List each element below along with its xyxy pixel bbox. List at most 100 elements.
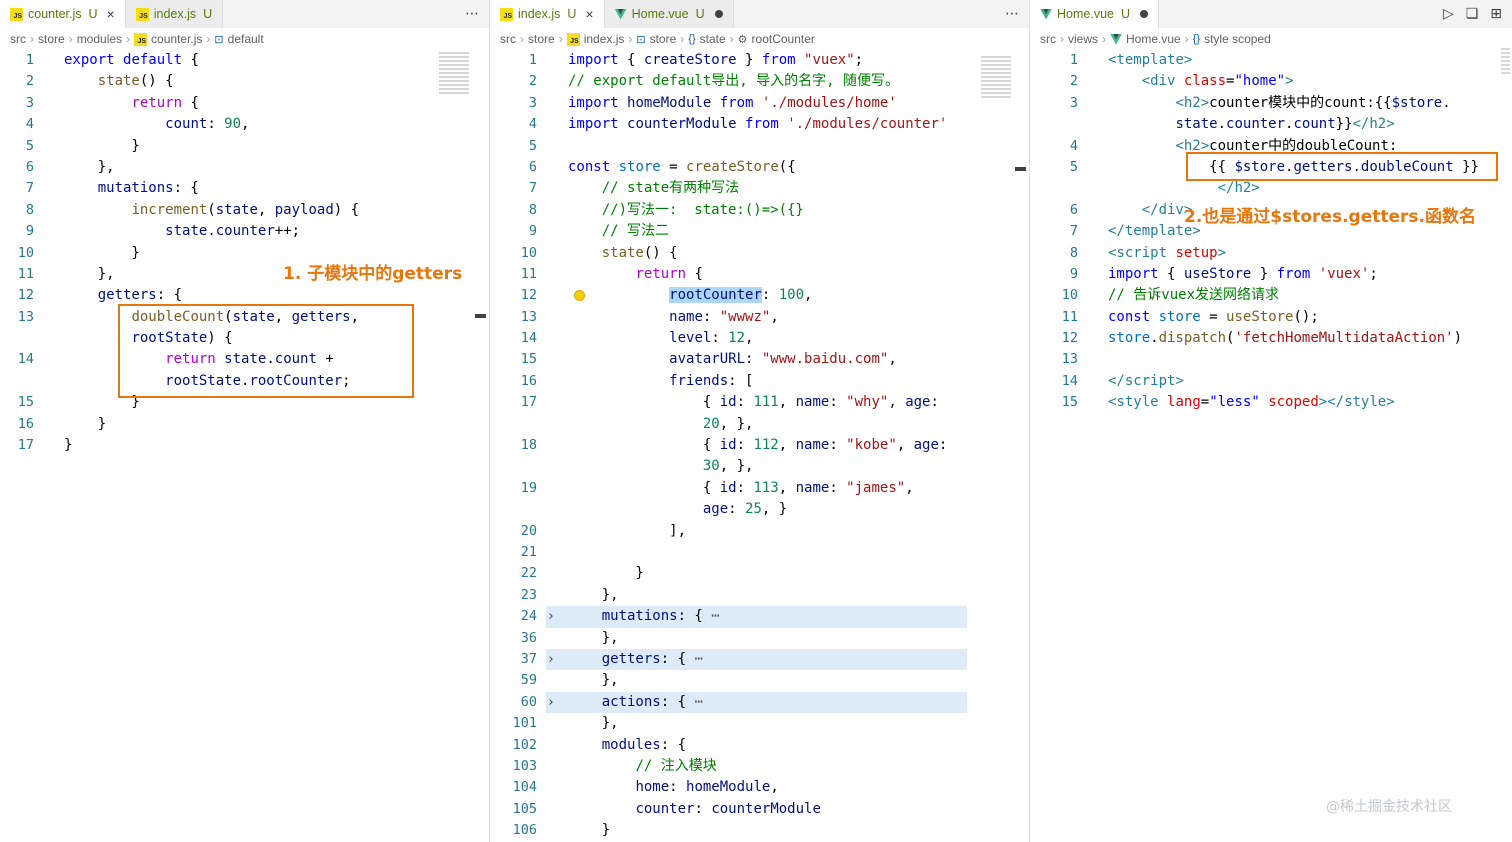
line-number[interactable]: 17 [0, 435, 34, 456]
breadcrumb-item[interactable]: src [1040, 32, 1056, 46]
fold-chevron-icon[interactable]: › [547, 649, 555, 670]
line-number[interactable]: 3 [490, 93, 537, 114]
minimap[interactable] [439, 52, 469, 96]
code-line[interactable]: </h2> [1030, 178, 1512, 199]
code-line[interactable]: 9 import { useStore } from 'vuex'; [1030, 264, 1512, 285]
tab-index-js[interactable]: JS index.js U × [490, 0, 605, 28]
close-icon[interactable]: × [585, 7, 593, 21]
code-line[interactable]: 4 import counterModule from './modules/co… [490, 114, 1029, 135]
code-line[interactable]: 6 }, [0, 157, 489, 178]
line-number[interactable]: 23 [490, 585, 537, 606]
code-line[interactable]: 104 home: homeModule, [490, 777, 1029, 798]
line-number[interactable]: 37 [490, 649, 537, 670]
line-number[interactable]: 16 [490, 371, 537, 392]
line-number[interactable]: 2 [490, 71, 537, 92]
line-number[interactable]: 3 [0, 93, 34, 114]
line-number[interactable]: 36 [490, 628, 537, 649]
more-actions-icon[interactable]: ⋯ [1005, 6, 1019, 22]
code-line[interactable]: 22 } [490, 563, 1029, 584]
line-number[interactable] [0, 371, 34, 392]
more-actions-icon[interactable]: ⋯ [465, 6, 479, 22]
code-line[interactable]: 23 }, [490, 585, 1029, 606]
code-line[interactable]: 8 increment(state, payload) { [0, 200, 489, 221]
code-line[interactable]: 3 import homeModule from './modules/home' [490, 93, 1029, 114]
line-number[interactable]: 6 [0, 157, 34, 178]
line-number[interactable]: 24 [490, 606, 537, 627]
line-number[interactable]: 5 [0, 136, 34, 157]
line-number[interactable]: 2 [0, 71, 34, 92]
line-number[interactable]: 21 [490, 542, 537, 563]
code-line[interactable]: 12 rootCounter: 100, [490, 285, 1029, 306]
line-number[interactable]: 20 [490, 521, 537, 542]
line-number[interactable]: 12 [0, 285, 34, 306]
code-line[interactable]: 101 }, [490, 713, 1029, 734]
code-line[interactable]: 15 avatarURL: "www.baidu.com", [490, 349, 1029, 370]
tab-home-vue[interactable]: Home.vue U [1030, 0, 1160, 28]
line-number[interactable] [0, 328, 34, 349]
code-line[interactable]: 10 state() { [490, 243, 1029, 264]
line-number[interactable]: 13 [1030, 349, 1078, 370]
code-line[interactable]: 5 {{ $store.getters.doubleCount }} [1030, 157, 1512, 178]
dirty-indicator-icon[interactable] [714, 10, 723, 18]
line-number[interactable]: 14 [0, 349, 34, 370]
line-number[interactable]: 13 [0, 307, 34, 328]
line-number[interactable]: 10 [490, 243, 537, 264]
breadcrumb-item[interactable]: {} state [688, 32, 725, 46]
line-number[interactable]: 5 [1030, 157, 1078, 178]
line-number[interactable]: 11 [490, 264, 537, 285]
code-line[interactable]: 4 <h2>counter中的doubleCount: [1030, 136, 1512, 157]
dirty-indicator-icon[interactable] [1140, 10, 1149, 18]
line-number[interactable]: 1 [1030, 50, 1078, 71]
split-editor-icon[interactable]: ❏ [1466, 6, 1479, 22]
code-line[interactable]: 10 // 告诉vuex发送网络请求 [1030, 285, 1512, 306]
minimap[interactable] [1501, 48, 1510, 76]
line-number[interactable]: 59 [490, 670, 537, 691]
line-number[interactable]: 14 [490, 328, 537, 349]
run-icon[interactable]: ▷ [1443, 6, 1454, 22]
code-line[interactable]: 20, }, [490, 414, 1029, 435]
code-line[interactable]: 5 [490, 136, 1029, 157]
line-number[interactable]: 9 [490, 221, 537, 242]
line-number[interactable]: 11 [1030, 307, 1078, 328]
code-line[interactable]: 19 { id: 113, name: "james", [490, 478, 1029, 499]
minimap[interactable] [981, 56, 1011, 100]
code-line[interactable]: 14 level: 12, [490, 328, 1029, 349]
line-number[interactable]: 4 [490, 114, 537, 135]
line-number[interactable]: 1 [0, 50, 34, 71]
line-number[interactable]: 2 [1030, 71, 1078, 92]
line-number[interactable]: 5 [490, 136, 537, 157]
line-number[interactable]: 1 [490, 50, 537, 71]
line-number[interactable]: 7 [1030, 221, 1078, 242]
code-line[interactable]: 3 <h2>counter模块中的count:{{$store. [1030, 93, 1512, 114]
breadcrumb-item[interactable]: ⊡ default [214, 32, 263, 46]
line-number[interactable]: 12 [1030, 328, 1078, 349]
breadcrumb-item[interactable]: store [528, 32, 555, 46]
line-number[interactable]: 18 [490, 435, 537, 456]
breadcrumb-item[interactable]: src [10, 32, 26, 46]
code-line[interactable]: 12 store.dispatch('fetchHomeMultidataActi… [1030, 328, 1512, 349]
breadcrumb-item[interactable]: store [38, 32, 65, 46]
code-line[interactable]: age: 25, } [490, 499, 1029, 520]
tab-index-js[interactable]: JS index.js U [125, 0, 224, 28]
breadcrumb-item[interactable]: JS counter.js [134, 32, 202, 46]
layout-icon[interactable]: ⊞ [1490, 6, 1502, 22]
code-line[interactable]: 2 // export default导出, 导入的名字, 随便写。 [490, 71, 1029, 92]
code-line[interactable]: 6 const store = createStore({ [490, 157, 1029, 178]
code-line[interactable]: 106 } [490, 820, 1029, 841]
code-line[interactable]: 5 } [0, 136, 489, 157]
fold-chevron-icon[interactable]: › [547, 606, 555, 627]
line-number[interactable]: 7 [490, 178, 537, 199]
line-number[interactable]: 104 [490, 777, 537, 798]
code-line[interactable]: 1 <template> [1030, 50, 1512, 71]
code-line[interactable]: 14 return state.count + [0, 349, 489, 370]
code-line[interactable]: 7 // state有两种写法 [490, 178, 1029, 199]
line-number[interactable]: 16 [0, 414, 34, 435]
line-number[interactable]: 8 [490, 200, 537, 221]
line-number[interactable]: 4 [1030, 136, 1078, 157]
code-line[interactable]: rootState) { [0, 328, 489, 349]
line-number[interactable]: 15 [1030, 392, 1078, 413]
code-line[interactable]: 36 }, [490, 628, 1029, 649]
code-line[interactable]: 11 const store = useStore(); [1030, 307, 1512, 328]
code-line[interactable]: 2 <div class="home"> [1030, 71, 1512, 92]
code-line[interactable]: 15 } [0, 392, 489, 413]
